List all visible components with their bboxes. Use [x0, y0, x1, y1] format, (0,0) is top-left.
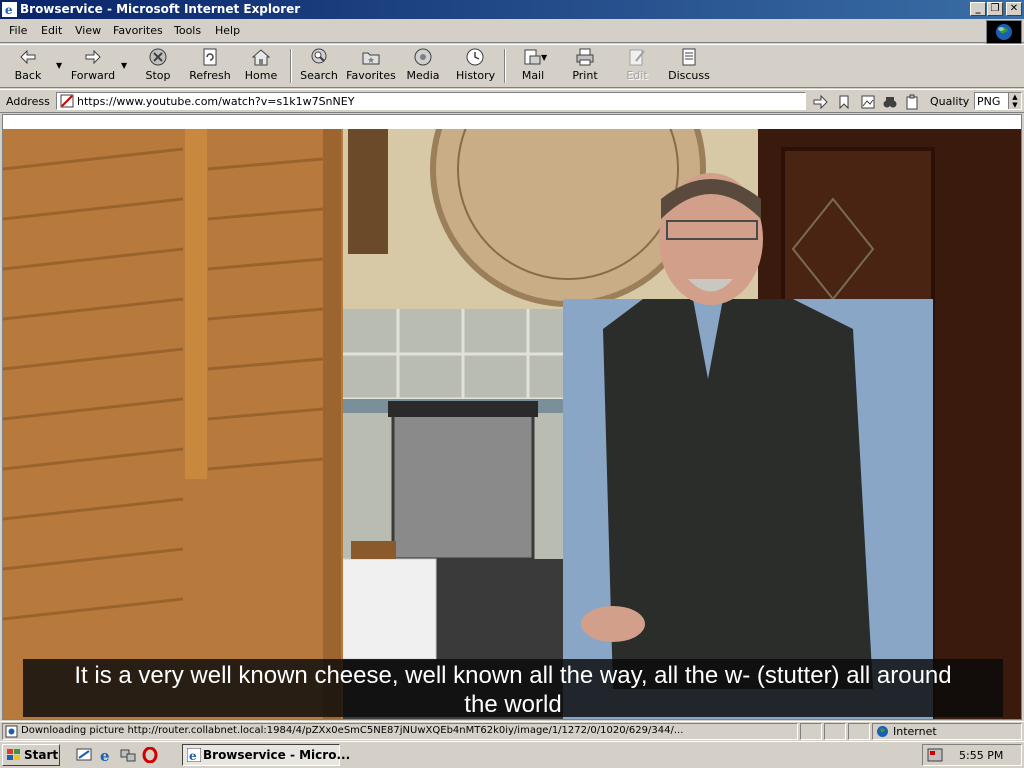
toolbar-separator	[504, 49, 506, 83]
clipboard-icon[interactable]	[904, 94, 920, 110]
quality-spinner-icon[interactable]: ▲ ▼	[1008, 93, 1021, 109]
standard-toolbar: Back ▼ Forward ▼ Stop Refresh Home Searc…	[0, 44, 1024, 88]
search-icon	[311, 48, 327, 64]
history-icon	[466, 48, 484, 66]
subtitle-overlay: It is a very well known cheese, well kno…	[23, 659, 1003, 719]
video-frame[interactable]: It is a very well known cheese, well kno…	[3, 129, 1021, 719]
history-button[interactable]: History	[456, 47, 495, 85]
clock: 5:55 PM	[959, 749, 1004, 762]
page-loading-icon	[5, 725, 18, 738]
security-zone: Internet	[872, 723, 1022, 740]
subtitle-line-2: the world	[464, 691, 562, 718]
quality-select[interactable]: PNG ▲ ▼	[974, 92, 1022, 110]
find-binoculars-icon[interactable]	[882, 94, 898, 110]
status-message: Downloading picture http://router.collab…	[2, 723, 798, 740]
zone-text: Internet	[893, 725, 937, 738]
address-bar: Address https://www.youtube.com/watch?v=…	[0, 89, 1024, 113]
back-arrow-icon	[20, 49, 36, 65]
status-text: Downloading picture http://router.collab…	[21, 725, 684, 736]
page-broken-icon	[60, 94, 74, 108]
discuss-icon	[682, 48, 696, 66]
menu-tools[interactable]: Tools	[174, 24, 201, 37]
system-tray: 5:55 PM	[922, 744, 1022, 766]
internet-globe-icon	[877, 726, 888, 737]
menu-edit[interactable]: Edit	[41, 24, 62, 37]
image-icon[interactable]	[860, 94, 876, 110]
forward-button[interactable]: Forward	[70, 47, 116, 85]
tray-app-icon[interactable]	[927, 748, 943, 762]
browser-viewport[interactable]: It is a very well known cheese, well kno…	[2, 114, 1022, 720]
internet-explorer-icon[interactable]: e	[98, 747, 114, 763]
back-dropdown-icon[interactable]: ▼	[56, 61, 62, 70]
address-label: Address	[6, 95, 50, 108]
address-url: https://www.youtube.com/watch?v=s1k1w7Sn…	[77, 95, 355, 108]
bookmark-icon[interactable]	[836, 94, 852, 110]
favorites-folder-icon	[362, 52, 380, 65]
edit-icon	[629, 49, 645, 66]
refresh-icon	[203, 48, 217, 66]
print-button[interactable]: Print	[570, 47, 600, 85]
menu-favorites[interactable]: Favorites	[113, 24, 163, 37]
printer-icon	[576, 48, 594, 66]
menu-view[interactable]: View	[75, 24, 101, 37]
network-icon[interactable]	[120, 747, 136, 763]
taskbar: Start e e Browservice - Micro... 5:55 PM	[0, 741, 1024, 768]
refresh-button[interactable]: Refresh	[188, 47, 232, 85]
menu-help[interactable]: Help	[215, 24, 240, 37]
address-input[interactable]: https://www.youtube.com/watch?v=s1k1w7Sn…	[56, 92, 806, 110]
home-icon	[251, 49, 271, 66]
media-icon	[414, 48, 432, 66]
windows-throbber	[986, 20, 1022, 44]
taskbar-item-browservice[interactable]: e Browservice - Micro...	[182, 744, 350, 766]
menu-bar: File Edit View Favorites Tools Help	[0, 20, 1024, 43]
ie-window-icon: e	[187, 748, 201, 762]
svg-text:e: e	[5, 3, 13, 17]
edit-button[interactable]: Edit	[622, 47, 652, 85]
restore-button[interactable]: ❐	[987, 2, 1003, 16]
svg-text:e: e	[189, 749, 197, 762]
subtitle-line-1: It is a very well known cheese, well kno…	[74, 662, 952, 689]
svg-text:e: e	[100, 747, 110, 763]
ie-logo-icon: e	[2, 2, 17, 17]
video-still	[3, 129, 1021, 719]
start-button[interactable]: Start	[2, 744, 60, 766]
quality-value: PNG	[977, 95, 1001, 108]
status-cell-blank	[800, 723, 822, 740]
stop-icon	[149, 48, 167, 66]
subtitle-text: It is a very well known cheese, well kno…	[23, 661, 1003, 719]
status-cell-blank	[824, 723, 846, 740]
minimize-button[interactable]: _	[970, 2, 986, 16]
home-button[interactable]: Home	[244, 47, 278, 85]
status-bar: Downloading picture http://router.collab…	[0, 721, 1024, 741]
quality-label: Quality	[930, 95, 970, 108]
globe-icon	[996, 24, 1012, 40]
windows-flag-icon	[7, 749, 20, 760]
title-bar: e Browservice - Microsoft Internet Explo…	[0, 0, 1024, 19]
media-button[interactable]: Media	[406, 47, 440, 85]
close-button[interactable]: ✕	[1006, 2, 1022, 16]
window-title: Browservice - Microsoft Internet Explore…	[20, 2, 301, 16]
menu-file[interactable]: File	[9, 24, 27, 37]
discuss-button[interactable]: Discuss	[668, 47, 710, 85]
favorites-button[interactable]: Favorites	[346, 47, 396, 85]
toolbar-separator	[290, 49, 292, 83]
go-arrow-icon[interactable]	[812, 94, 828, 110]
stop-button[interactable]: Stop	[142, 47, 174, 85]
status-cell-blank	[848, 723, 870, 740]
search-button[interactable]: Search	[300, 47, 338, 85]
forward-arrow-icon	[85, 49, 101, 65]
show-desktop-icon[interactable]	[76, 747, 92, 763]
mail-dropdown-icon[interactable]: ▼	[541, 53, 547, 62]
back-button[interactable]: Back	[8, 47, 48, 85]
forward-dropdown-icon[interactable]: ▼	[121, 61, 127, 70]
opera-icon[interactable]	[142, 747, 158, 763]
